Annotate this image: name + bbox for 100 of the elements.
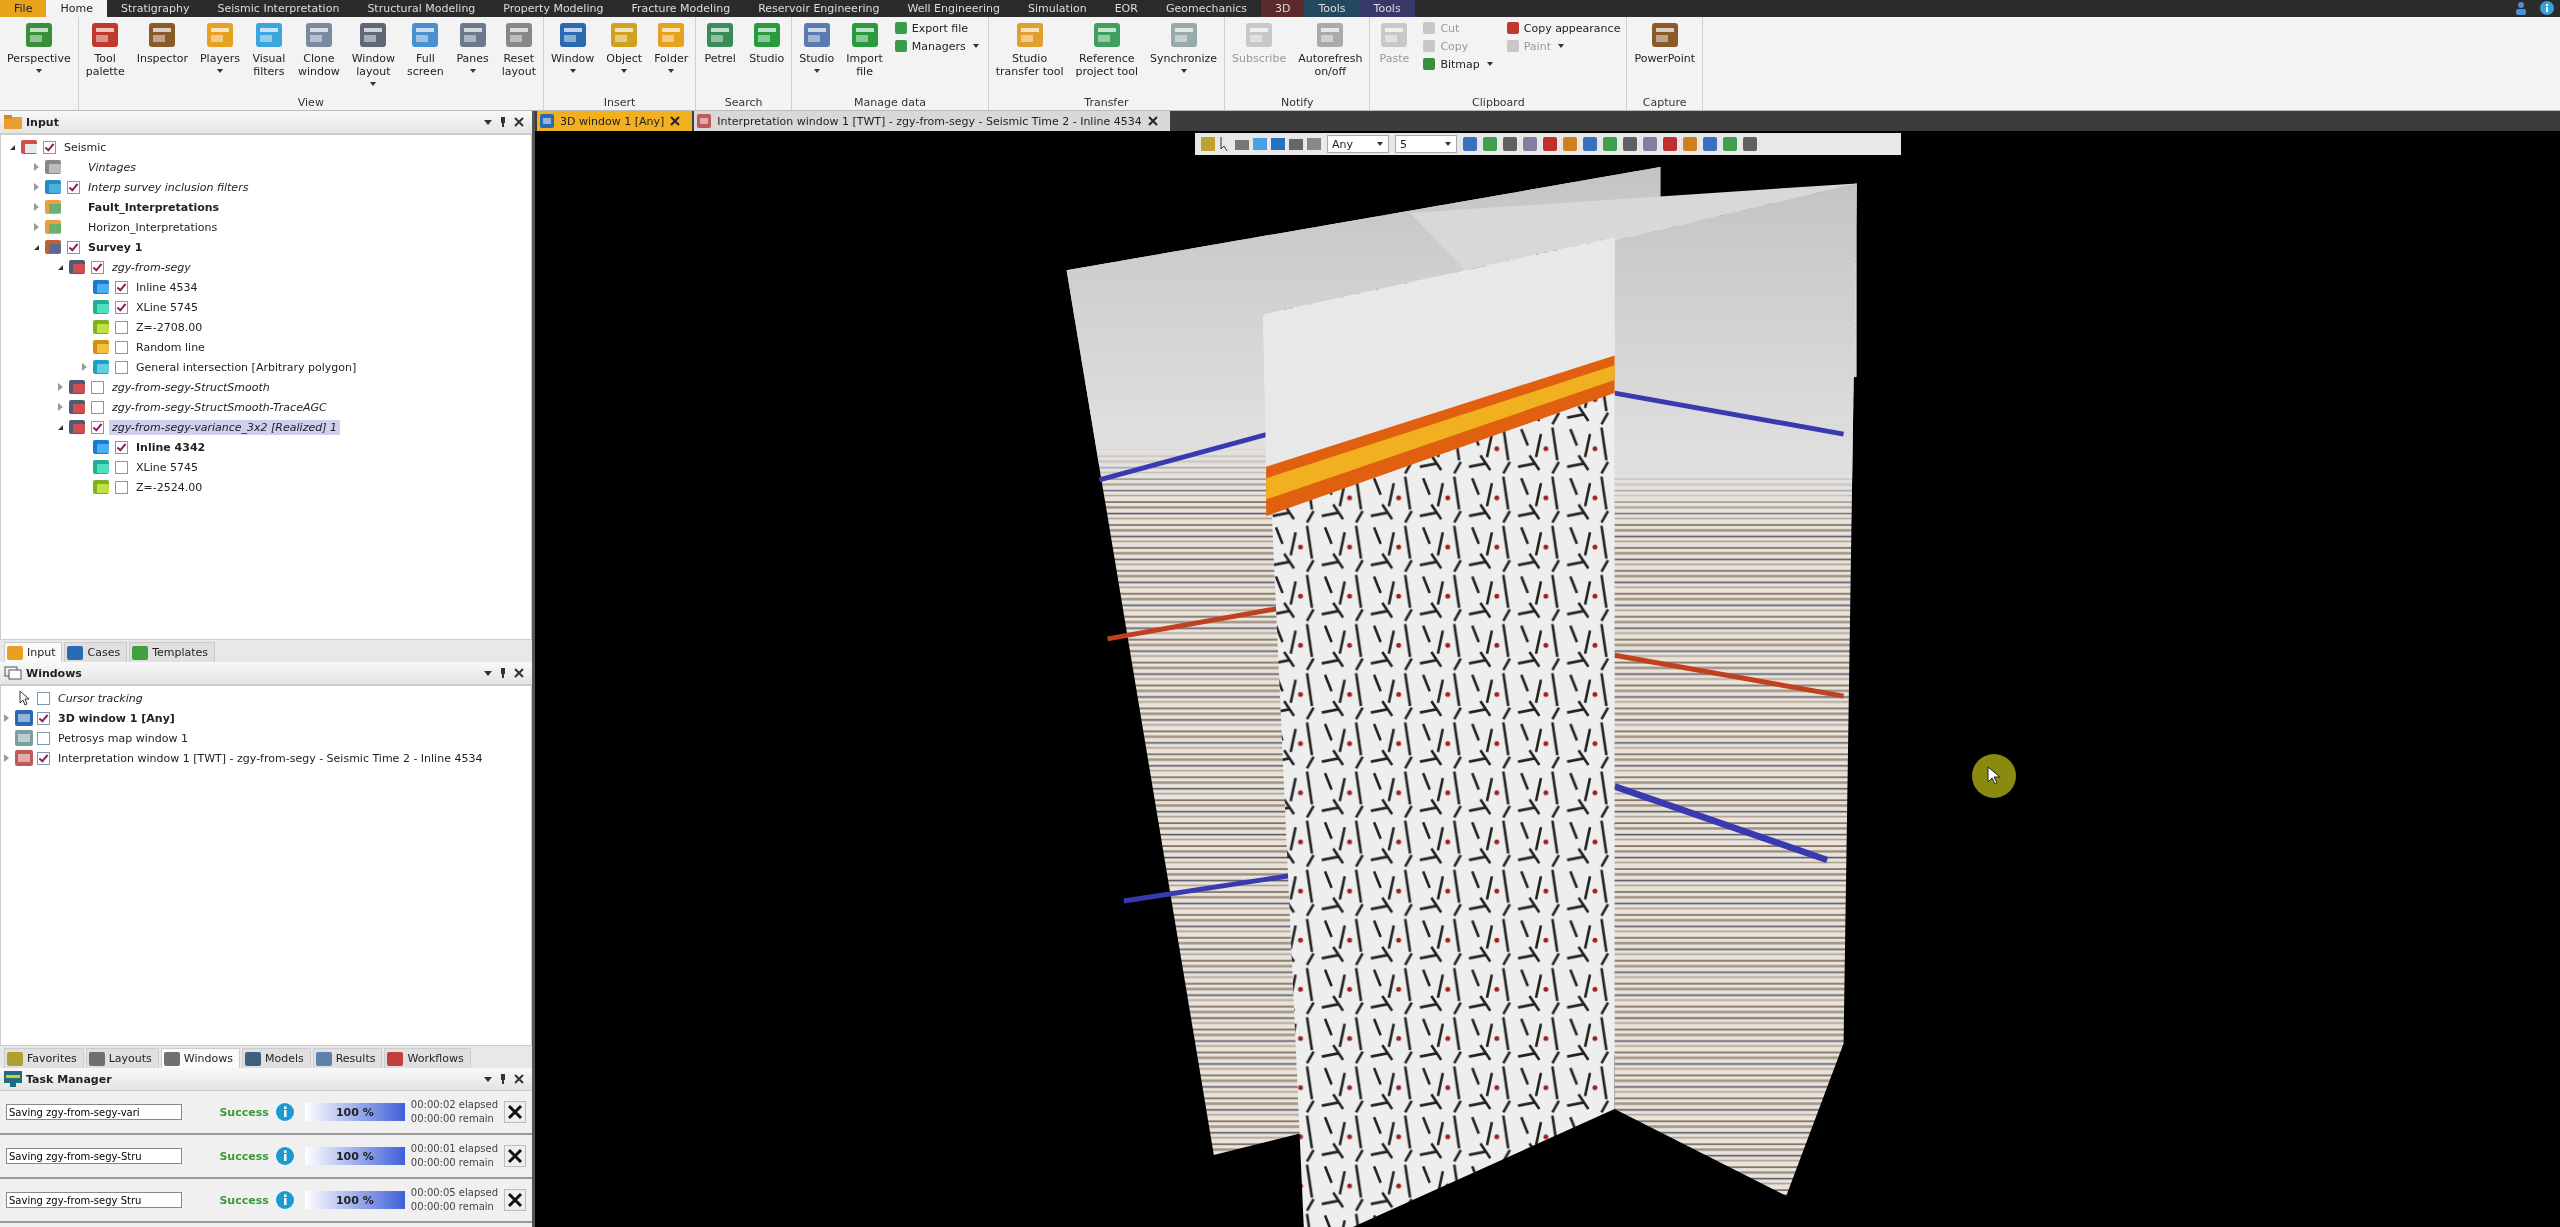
ribbon-tab[interactable]: Tools	[1304, 0, 1360, 17]
checkbox[interactable]	[115, 340, 128, 354]
tree-item[interactable]: General intersection [Arbitrary polygon]	[133, 359, 360, 375]
ribbon-tab[interactable]: Stratigraphy	[106, 0, 204, 17]
ribbon-button[interactable]: Import file	[841, 20, 888, 78]
ribbon-button[interactable]: Perspective	[2, 20, 76, 77]
ribbon-tab[interactable]: 3D	[1261, 0, 1305, 17]
toolbar-combo[interactable]: 5	[1395, 135, 1457, 153]
ribbon-tab[interactable]: Geomechanics	[1151, 0, 1261, 17]
ribbon-tab[interactable]: Property Modeling	[489, 0, 618, 17]
panel-tab[interactable]: Workflows	[384, 1048, 471, 1068]
ribbon-tab[interactable]: Fracture Modeling	[617, 0, 745, 17]
info-icon[interactable]	[274, 1146, 295, 1166]
window-item[interactable]: Petrosys map window 1	[55, 730, 191, 746]
toolbar-icons[interactable]	[1201, 136, 1321, 152]
window-item[interactable]: Interpretation window 1 [TWT] - zgy-from-segy - Seismic Time 2 - Inline 4534	[55, 750, 486, 766]
tree-item[interactable]: Inline 4342	[133, 439, 209, 455]
tree-item[interactable]: Horizon_Interpretations	[85, 219, 221, 235]
checkbox[interactable]	[91, 260, 104, 274]
tree-item[interactable]: XLine 5745	[133, 459, 201, 475]
checkbox[interactable]	[115, 440, 128, 454]
task-name-field[interactable]: Saving zgy-from-segy Stru	[6, 1192, 182, 1208]
checkbox[interactable]	[115, 460, 128, 474]
ribbon-button[interactable]: Autorefresh on/off	[1293, 20, 1368, 78]
ribbon-button[interactable]: Window layout	[346, 20, 401, 90]
panel-controls-icon[interactable]	[484, 668, 524, 678]
document-tab[interactable]: Interpretation window 1 [TWT] - zgy-from-segy - Seismic Time 2 - Inline 4534	[694, 111, 1170, 131]
checkbox[interactable]	[67, 240, 80, 254]
ribbon-button[interactable]: Managers	[889, 38, 986, 54]
ribbon-button[interactable]: Synchronize	[1145, 20, 1223, 77]
panel-tab[interactable]: Input	[4, 642, 63, 662]
ribbon-tab[interactable]: Tools	[1359, 0, 1415, 17]
ribbon-button[interactable]: Window	[545, 20, 600, 77]
ribbon-button[interactable]: Clone window	[292, 20, 345, 78]
expander-icon[interactable]	[33, 244, 39, 250]
panel-tab[interactable]: Windows	[160, 1048, 240, 1068]
expander-icon[interactable]	[57, 264, 63, 270]
panel-tab[interactable]: Results	[312, 1048, 383, 1068]
ribbon-button[interactable]: Studio	[744, 20, 790, 65]
task-action-button[interactable]	[504, 1145, 526, 1167]
user-icon[interactable]	[2514, 1, 2528, 15]
panel-tab[interactable]: Cases	[64, 642, 128, 662]
checkbox[interactable]	[115, 300, 128, 314]
ribbon-tab[interactable]: File	[0, 0, 47, 17]
checkbox[interactable]	[37, 711, 50, 725]
tree-item[interactable]: Vintages	[85, 159, 140, 175]
ribbon-tab[interactable]: Well Engineering	[893, 0, 1015, 17]
tree-item[interactable]: Interp survey inclusion filters	[85, 179, 252, 195]
panel-tab[interactable]: Templates	[129, 642, 216, 662]
panel-tab[interactable]: Layouts	[85, 1048, 159, 1068]
tree-item[interactable]: Z=-2708.00	[133, 319, 206, 335]
task-action-button[interactable]	[504, 1189, 526, 1211]
checkbox[interactable]	[43, 140, 56, 154]
task-name-field[interactable]: Saving zgy-from-segy-Stru	[6, 1148, 182, 1164]
ribbon-tab[interactable]: EOR	[1100, 0, 1152, 17]
ribbon-button[interactable]: Export file	[889, 20, 986, 36]
ribbon-button[interactable]: Players	[195, 20, 245, 77]
panel-controls-icon[interactable]	[484, 117, 524, 127]
window-item[interactable]: 3D window 1 [Any]	[55, 710, 178, 726]
toolbar-combo[interactable]: Any	[1327, 135, 1389, 153]
close-icon[interactable]	[1147, 116, 1158, 126]
checkbox[interactable]	[37, 691, 50, 705]
tree-item[interactable]: Inline 4534	[133, 279, 201, 295]
checkbox[interactable]	[91, 380, 104, 394]
ribbon-button[interactable]: Copy appearance	[1501, 20, 1625, 36]
panel-tab[interactable]: Models	[241, 1048, 311, 1068]
3d-viewer[interactable]: Any 5	[535, 131, 2560, 1227]
tree-item[interactable]: zgy-from-segy-variance_3x2 [Realized] 1	[109, 419, 340, 435]
ribbon-tab[interactable]: Structural Modeling	[353, 0, 490, 17]
ribbon-button[interactable]: Reset layout	[496, 20, 541, 78]
info-icon[interactable]	[274, 1102, 295, 1122]
tree-item[interactable]: XLine 5745	[133, 299, 201, 315]
ribbon-button[interactable]: Visual filters	[246, 20, 291, 78]
tree-item[interactable]: zgy-from-segy-StructSmooth-TraceAGC	[109, 399, 330, 415]
expander-icon[interactable]	[57, 424, 63, 430]
ribbon-tab[interactable]: Seismic Interpretation	[203, 0, 354, 17]
ribbon-tab[interactable]: Reservoir Engineering	[744, 0, 894, 17]
checkbox[interactable]	[91, 420, 104, 434]
tree-item[interactable]: zgy-from-segy	[109, 259, 194, 275]
ribbon-button[interactable]: Full screen	[402, 20, 449, 78]
ribbon-button[interactable]: Folder	[649, 20, 694, 77]
ribbon-button[interactable]: Studio transfer tool	[990, 20, 1069, 78]
checkbox[interactable]	[115, 280, 128, 294]
tree-item[interactable]: Survey 1	[85, 239, 146, 255]
ribbon-button[interactable]: Petrel	[698, 20, 743, 65]
checkbox[interactable]	[115, 320, 128, 334]
tree-item[interactable]: Fault_Interpretations	[85, 199, 223, 215]
ribbon-button[interactable]: Bitmap	[1418, 56, 1500, 72]
ribbon-button[interactable]: Tool palette	[80, 20, 130, 78]
close-icon[interactable]	[670, 116, 681, 126]
task-name-field[interactable]: Saving zgy-from-segy-vari	[6, 1104, 182, 1120]
checkbox[interactable]	[37, 751, 50, 765]
panel-tab[interactable]: Favorites	[4, 1048, 84, 1068]
ribbon-tab[interactable]: Simulation	[1014, 0, 1101, 17]
expander-icon[interactable]	[9, 144, 15, 150]
task-action-button[interactable]	[504, 1101, 526, 1123]
ribbon-tab[interactable]: Home	[46, 0, 107, 17]
ribbon-button[interactable]: Inspector	[131, 20, 193, 65]
panel-controls-icon[interactable]	[484, 1074, 524, 1084]
checkbox[interactable]	[91, 400, 104, 414]
